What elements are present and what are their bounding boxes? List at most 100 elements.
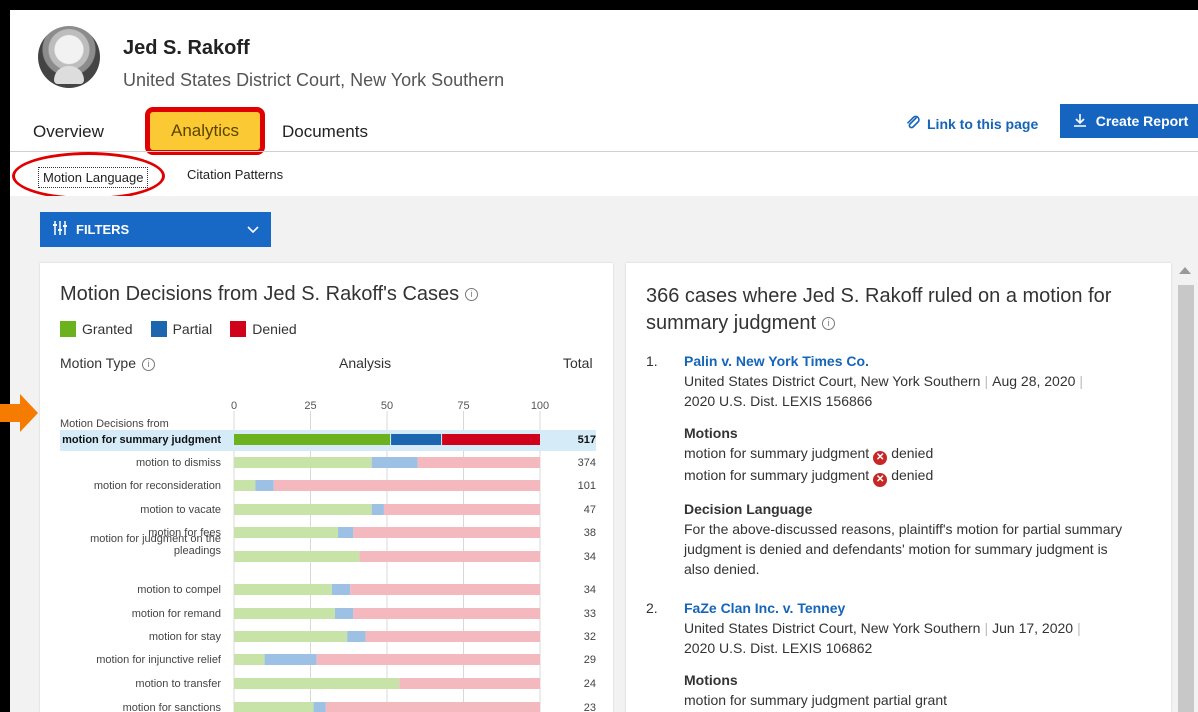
results-title-text: 366 cases where Jed S. Rakoff ruled on a…	[646, 285, 1112, 334]
tab-documents[interactable]: Documents	[282, 122, 368, 142]
motion-text: motion for summary judgment	[684, 445, 870, 461]
case-citation: 2020 U.S. Dist. LEXIS 156866	[684, 393, 873, 409]
tick-label: 50	[381, 400, 393, 412]
case-link[interactable]: FaZe Clan Inc. v. Tenney	[684, 600, 845, 616]
scroll-up-icon[interactable]	[1179, 267, 1191, 274]
bar-denied	[383, 504, 540, 515]
subtab-citation-patterns[interactable]: Citation Patterns	[187, 167, 283, 182]
motions-heading: Motions	[684, 425, 738, 441]
row-label: motion to vacate	[140, 504, 221, 516]
results-scrollbar[interactable]	[1173, 263, 1198, 712]
bar-granted	[234, 678, 400, 689]
link-to-page-label: Link to this page	[927, 115, 1039, 132]
bar-partial	[313, 702, 326, 712]
row-total: 29	[584, 654, 596, 666]
motions-heading: Motions	[684, 672, 738, 688]
row-label: pleadings	[174, 545, 222, 557]
motion-line: motion for summary judgment partial gran…	[684, 690, 1124, 710]
bar-granted	[234, 434, 391, 445]
paperclip-icon	[905, 114, 921, 133]
motion-decisions-chart: 0 25 50 75 100 Motion Decisions from motion fo…	[60, 400, 596, 712]
create-report-button[interactable]: Create Report	[1060, 104, 1198, 138]
bar-denied	[325, 702, 540, 712]
row-label: motion for remand	[132, 608, 221, 620]
tick-label: 100	[531, 400, 549, 412]
decision-text: For the above-discussed reasons, plainti…	[684, 521, 1123, 577]
row-label: motion for sanctions	[123, 702, 222, 712]
case-citation: 2020 U.S. Dist. LEXIS 106862	[684, 640, 873, 656]
row-total: 24	[584, 678, 596, 690]
filters-button[interactable]: FILTERS	[40, 212, 271, 247]
separator: |	[984, 373, 989, 389]
filters-label: FILTERS	[76, 222, 130, 237]
bar-denied	[399, 678, 540, 689]
row-label: motion for stay	[149, 631, 222, 643]
separator: |	[984, 620, 989, 636]
download-icon	[1072, 112, 1088, 131]
motion-status: denied	[891, 467, 934, 483]
motion-text: motion for summary judgment	[684, 692, 870, 708]
bar-granted	[234, 608, 335, 619]
bar-granted	[234, 584, 332, 595]
separator: |	[1079, 373, 1084, 389]
bar-partial	[347, 631, 366, 642]
x-circle-icon: ✕	[873, 473, 888, 487]
row-total: 34	[584, 584, 596, 596]
separator: |	[1077, 620, 1081, 636]
case-number: 2.	[646, 600, 658, 616]
bar-granted	[234, 457, 372, 468]
bar-denied	[350, 584, 540, 595]
tab-overview[interactable]: Overview	[33, 122, 104, 142]
bar-denied	[353, 608, 540, 619]
tab-analytics-label: Analytics	[170, 121, 240, 140]
link-to-page[interactable]: Link to this page	[905, 114, 1038, 133]
create-report-label: Create Report	[1095, 113, 1189, 129]
app-window: Jed S. Rakoff United States District Cou…	[10, 10, 1198, 712]
subtab-motion-language[interactable]: Motion Language	[38, 167, 149, 188]
case-number: 1.	[646, 353, 658, 369]
bar-granted	[234, 551, 360, 562]
row-total: 101	[578, 480, 596, 492]
scroll-thumb[interactable]	[1178, 285, 1194, 712]
bar-denied	[273, 480, 540, 491]
judge-avatar	[38, 26, 100, 88]
tick-label: 75	[457, 400, 469, 412]
row-total: 517	[578, 434, 596, 446]
info-icon[interactable]: i	[822, 317, 836, 331]
bar-denied	[359, 551, 540, 562]
tab-analytics[interactable]: Analytics	[145, 107, 265, 155]
row-total: 38	[584, 527, 596, 539]
court-name: United States District Court, New York S…	[123, 70, 505, 90]
motion-line: motion for summary judgment ✕ denied	[684, 465, 1124, 487]
bar-denied	[316, 654, 540, 665]
row-total: 47	[584, 504, 596, 516]
chevron-down-icon	[247, 222, 259, 237]
case-link[interactable]: Palin v. New York Times Co.	[684, 353, 869, 369]
tab-divider	[10, 151, 1198, 152]
row-label: motion for injunctive relief	[96, 654, 222, 666]
row-total: 32	[584, 631, 596, 643]
decision-heading: Decision Language	[684, 501, 813, 517]
bar-partial	[391, 434, 442, 445]
results-title: 366 cases where Jed S. Rakoff ruled on a…	[646, 283, 1136, 337]
row-label: motion for judgment on the	[90, 533, 221, 545]
bar-granted	[234, 702, 314, 712]
bar-granted	[234, 631, 348, 642]
case-meta: United States District Court, New York S…	[684, 371, 1124, 391]
bar-partial	[334, 608, 354, 619]
judge-name: Jed S. Rakoff	[123, 37, 250, 59]
case-court: United States District Court, New York S…	[684, 620, 981, 636]
x-circle-icon: ✕	[873, 451, 888, 465]
bar-partial	[371, 504, 384, 515]
bar-granted	[234, 527, 339, 538]
row-label: motion for reconsideration	[94, 480, 221, 492]
motion-decisions-card: Motion Decisions from Jed S. Rakoff's Ca…	[40, 263, 613, 712]
group-label: Motion Decisions from	[60, 418, 169, 430]
row-label: motion for summary judgment	[62, 434, 221, 446]
row-total: 374	[578, 457, 596, 469]
row-total: 33	[584, 608, 596, 620]
annotation-arrow-icon	[0, 394, 38, 432]
motion-status: partial grant	[873, 692, 948, 708]
case-court: United States District Court, New York S…	[684, 373, 981, 389]
bar-granted	[234, 480, 256, 491]
